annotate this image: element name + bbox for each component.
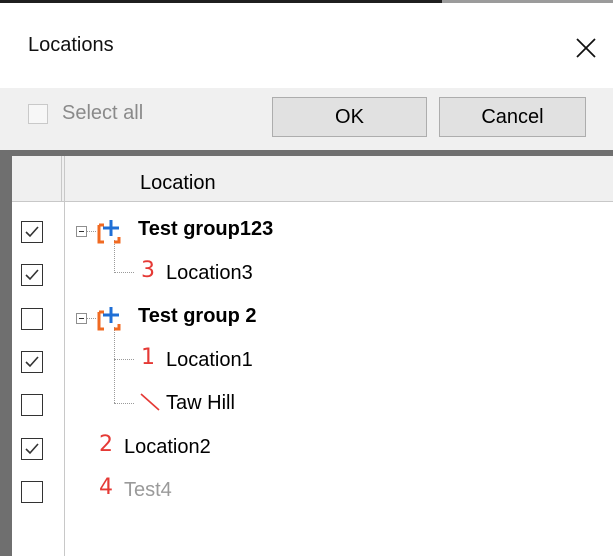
grid-header xyxy=(12,156,613,202)
close-icon xyxy=(576,38,596,58)
tree-line xyxy=(87,231,96,232)
row-checkbox[interactable] xyxy=(21,264,43,286)
cancel-button[interactable]: Cancel xyxy=(439,97,586,137)
grid-left-border xyxy=(0,150,12,556)
select-all-checkbox[interactable] xyxy=(28,104,48,124)
tree-line xyxy=(87,318,96,319)
row-checkbox[interactable] xyxy=(21,351,43,373)
row-checkbox[interactable] xyxy=(21,481,43,503)
tree-line xyxy=(114,403,134,404)
row-checkbox[interactable] xyxy=(21,221,43,243)
group-icon xyxy=(97,220,121,244)
check-icon xyxy=(25,356,39,368)
column-separator xyxy=(64,156,65,556)
check-icon xyxy=(25,269,39,281)
location-label[interactable]: Location1 xyxy=(166,349,253,372)
locations-grid xyxy=(0,150,613,556)
location-label[interactable]: Location2 xyxy=(124,436,211,459)
tree-line xyxy=(114,327,115,403)
header-separator xyxy=(61,156,62,202)
check-icon xyxy=(25,443,39,455)
collapse-toggle[interactable] xyxy=(76,226,87,237)
location-label[interactable]: Test4 xyxy=(124,479,172,502)
location-number-icon: 4 xyxy=(99,475,113,500)
location-number-icon: 2 xyxy=(99,432,113,457)
window-top-border-inactive xyxy=(442,0,613,3)
collapse-toggle[interactable] xyxy=(76,313,87,324)
select-all-label: Select all xyxy=(62,102,144,124)
group-label[interactable]: Test group 2 xyxy=(138,305,257,328)
tree-line xyxy=(114,272,134,273)
tree-line xyxy=(114,240,115,273)
line-icon xyxy=(140,393,160,411)
window-top-border xyxy=(0,0,442,3)
window-title: Locations xyxy=(28,34,114,56)
group-icon xyxy=(97,307,121,331)
column-header-location[interactable]: Location xyxy=(140,172,216,195)
tree-line xyxy=(114,359,134,360)
group-label[interactable]: Test group123 xyxy=(138,218,273,241)
row-checkbox[interactable] xyxy=(21,308,43,330)
row-checkbox[interactable] xyxy=(21,394,43,416)
row-checkbox[interactable] xyxy=(21,438,43,460)
check-icon xyxy=(25,226,39,238)
location-number-icon: 3 xyxy=(141,258,155,283)
close-button[interactable] xyxy=(566,28,606,68)
ok-button[interactable]: OK xyxy=(272,97,427,137)
location-label[interactable]: Location3 xyxy=(166,262,253,285)
location-label[interactable]: Taw Hill xyxy=(166,392,235,415)
location-number-icon: 1 xyxy=(141,345,155,370)
